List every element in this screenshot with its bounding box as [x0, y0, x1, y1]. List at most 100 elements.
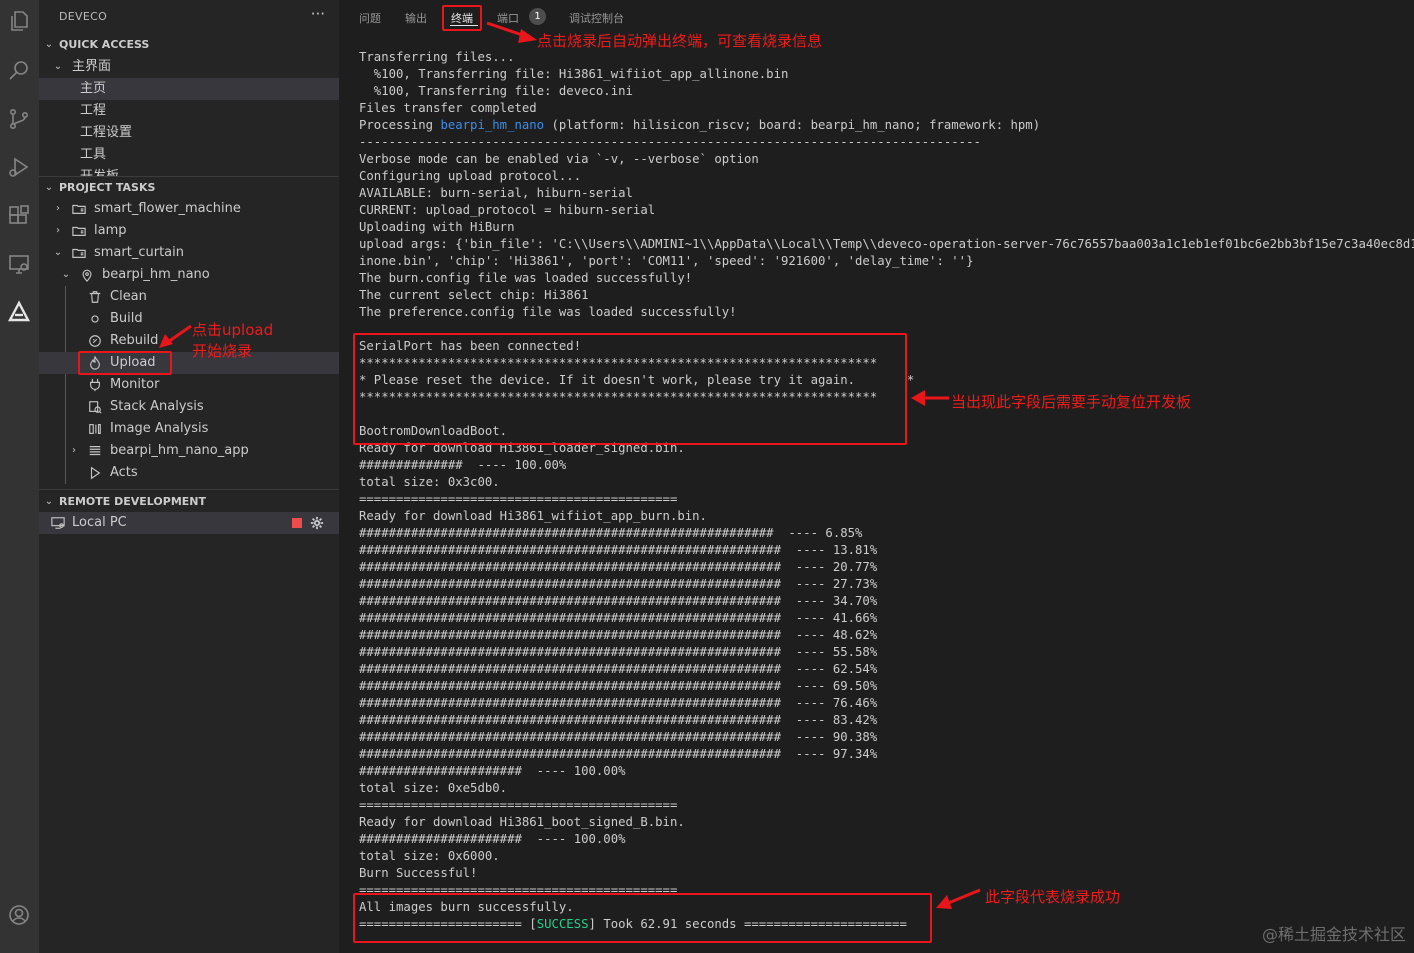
project-smart-curtain[interactable]: ⌄ smart_curtain — [39, 242, 339, 264]
tree-group-main[interactable]: ⌄ 主界面 — [39, 56, 339, 78]
tab-output[interactable]: 输出 — [405, 10, 427, 26]
account-icon[interactable] — [4, 900, 34, 930]
search-icon[interactable] — [4, 55, 34, 85]
terminal-line: Transferring files... — [359, 50, 515, 64]
chevron-down-icon: ⌄ — [44, 182, 54, 193]
upload-highlight — [78, 351, 172, 375]
sidebar-title: DEVECO — [59, 10, 108, 23]
deveco-icon[interactable] — [4, 297, 34, 327]
list-icon — [87, 440, 103, 462]
tree-label: bearpi_hm_nano_app — [110, 443, 249, 458]
section-quick-access[interactable]: ⌄ QUICK ACCESS — [39, 34, 339, 56]
tree-label: smart_flower_machine — [94, 201, 241, 216]
stop-icon[interactable] — [292, 518, 302, 528]
terminal-line: total size: 0xe5db0. — [359, 781, 508, 795]
quick-item-project-settings[interactable]: 工程设置 — [39, 122, 339, 144]
terminal-line: The current select chip: Hi3861 — [359, 288, 589, 302]
app-bearpi-hm-nano-app[interactable]: › bearpi_hm_nano_app — [39, 440, 339, 462]
success-annotation: 此字段代表烧录成功 — [985, 888, 1121, 906]
gear-icon[interactable] — [309, 512, 325, 534]
explorer-icon[interactable] — [4, 6, 34, 36]
project-lamp[interactable]: › lamp — [39, 220, 339, 242]
sidebar: DEVECO ··· ⌄ QUICK ACCESS ⌄ 主界面 主页 工程 工程… — [39, 0, 339, 953]
quick-item-board[interactable]: 开发板 — [39, 166, 339, 176]
remote-explorer-icon[interactable] — [4, 249, 34, 279]
task-image-analysis[interactable]: Image Analysis — [39, 418, 339, 440]
terminal-line: CURRENT: upload_protocol = hiburn-serial — [359, 203, 656, 217]
terminal-annotation: 点击烧录后自动弹出终端，可查看烧录信息 — [537, 32, 823, 50]
play-icon — [87, 462, 103, 484]
chevron-down-icon: ⌄ — [53, 61, 63, 72]
terminal-line: Ready for download Hi3861_wifiiot_app_bu… — [359, 509, 707, 523]
source-control-icon[interactable] — [4, 104, 34, 134]
task-monitor[interactable]: Monitor — [39, 374, 339, 396]
section-divider — [39, 489, 339, 490]
quick-item-tools[interactable]: 工具 — [39, 144, 339, 166]
terminal-line: Files transfer completed — [359, 101, 537, 115]
activity-bar — [0, 0, 39, 953]
task-label: Acts — [110, 465, 138, 480]
terminal-line: Ready for download Hi3861_boot_signed_B.… — [359, 815, 685, 829]
quick-item-project[interactable]: 工程 — [39, 100, 339, 122]
terminal-line: ########################################… — [359, 560, 878, 574]
terminal-line: ########################################… — [359, 611, 878, 625]
remote-local-pc[interactable]: Local PC — [39, 512, 339, 534]
task-label: Rebuild — [110, 333, 159, 348]
task-label: Image Analysis — [110, 421, 209, 436]
terminal-line: inone.bin', 'chip': 'Hi3861', 'port': 'C… — [359, 254, 974, 268]
circle-icon — [87, 308, 103, 330]
arrow-icon — [486, 21, 537, 43]
folder-icon — [71, 198, 87, 220]
terminal-line: ###################### ---- 100.00% — [359, 832, 626, 846]
upload-annotation-2: 开始烧录 — [192, 342, 253, 360]
success-message-highlight — [353, 893, 932, 943]
tree-label: bearpi_hm_nano — [102, 267, 210, 282]
stack-analysis-icon — [87, 396, 103, 418]
terminal-line: The burn.config file was loaded successf… — [359, 271, 693, 285]
arrow-icon — [911, 390, 949, 406]
watermark: @稀土掘金技术社区 — [1261, 925, 1406, 944]
project-smart-flower-machine[interactable]: › smart_flower_machine — [39, 198, 339, 220]
tab-debug-console[interactable]: 调试控制台 — [569, 10, 624, 26]
tree-label: 工具 — [80, 147, 107, 162]
terminal-line: ########################################… — [359, 628, 878, 642]
terminal-line: ########################################… — [359, 696, 878, 710]
task-acts[interactable]: Acts — [39, 462, 339, 484]
terminal-tab-highlight — [442, 5, 482, 31]
board-bearpi-hm-nano[interactable]: ⌄ bearpi_hm_nano — [39, 264, 339, 286]
section-title: QUICK ACCESS — [59, 38, 150, 51]
section-remote-development[interactable]: ⌄ REMOTE DEVELOPMENT — [39, 491, 339, 513]
folder-icon — [71, 242, 87, 264]
more-actions-icon[interactable]: ··· — [311, 5, 325, 23]
environment-link[interactable]: bearpi_hm_nano — [440, 118, 544, 132]
arrow-icon — [936, 888, 981, 909]
tree-label: 工程 — [80, 103, 107, 118]
terminal-line: ########################################… — [359, 662, 878, 676]
terminal-line: total size: 0x3c00. — [359, 475, 500, 489]
pin-icon — [79, 264, 95, 286]
terminal-line: The preference.config file was loaded su… — [359, 305, 737, 319]
task-label: Stack Analysis — [110, 399, 204, 414]
terminal-line: ########################################… — [359, 577, 878, 591]
terminal-output[interactable]: Transferring files... %100, Transferring… — [359, 49, 1414, 933]
computer-icon — [50, 512, 66, 534]
binary-icon — [87, 418, 103, 440]
terminal-line: ###################### ---- 100.00% — [359, 764, 626, 778]
arrow-icon — [159, 324, 192, 348]
run-debug-icon[interactable] — [4, 152, 34, 182]
section-project-tasks[interactable]: ⌄ PROJECT TASKS — [39, 177, 339, 199]
task-stack-analysis[interactable]: Stack Analysis — [39, 396, 339, 418]
tab-problems[interactable]: 问题 — [359, 10, 381, 26]
terminal-line: ############## ---- 100.00% — [359, 458, 567, 472]
trash-icon — [87, 286, 103, 308]
terminal-line: ########################################… — [359, 679, 878, 693]
terminal-line: Configuring upload protocol... — [359, 169, 582, 183]
folder-icon — [71, 220, 87, 242]
terminal-line: ########################################… — [359, 747, 878, 761]
quick-item-home[interactable]: 主页 — [39, 78, 339, 100]
task-label: Clean — [110, 289, 147, 304]
extensions-icon[interactable] — [4, 201, 34, 231]
terminal-line: upload args: {'bin_file': 'C:\\Users\\AD… — [359, 237, 1414, 251]
terminal-panel: 问题 输出 终端 端口 1 调试控制台 Transferring files..… — [339, 0, 1414, 953]
task-clean[interactable]: Clean — [39, 286, 339, 308]
